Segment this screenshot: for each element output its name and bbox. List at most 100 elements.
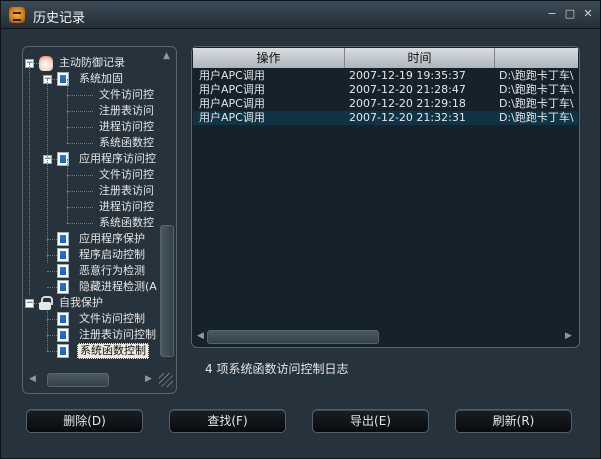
document-icon [57, 248, 69, 262]
refresh-button[interactable]: 刷新(R) [455, 409, 572, 433]
tree-node-label: 注册表访问控制 [79, 328, 156, 341]
tree-node[interactable]: 系统函数控 [97, 135, 156, 151]
document-icon [57, 280, 69, 294]
tree-connector [67, 191, 93, 192]
tree-node-label: 文件访问控 [99, 168, 154, 181]
tree-node-label: 系统加固 [79, 72, 123, 85]
tree-node[interactable]: 进程访问控 [97, 119, 156, 135]
document-icon [57, 328, 69, 342]
tree-node[interactable]: 应用程序保护 [77, 231, 147, 247]
tree-node[interactable]: 主动防御记录 [57, 55, 127, 71]
table-row[interactable]: 用户APC调用 2007-12-20 21:29:18 D:\跑跑卡丁车\ [193, 97, 578, 111]
table-row[interactable]: 用户APC调用 2007-12-19 19:35:37 D:\跑跑卡丁车\ [193, 69, 578, 83]
tree-horizontal-scrollbar[interactable]: ◀ ▶ [25, 371, 159, 389]
scroll-right-icon[interactable]: ▶ [565, 331, 572, 341]
export-button[interactable]: 导出(E) [312, 409, 429, 433]
table-cell-op: 用户APC调用 [199, 83, 265, 96]
tree-node-label: 进程访问控 [99, 120, 154, 133]
tree-connector [47, 271, 57, 272]
close-icon[interactable]: ✕ [582, 8, 594, 20]
scroll-right-icon[interactable]: ▶ [145, 374, 152, 384]
tree-node-label: 隐藏进程检测(A [79, 280, 157, 293]
scroll-left-icon[interactable]: ◀ [197, 331, 204, 341]
tree-node-label: 文件访问控 [99, 88, 154, 101]
tree-node[interactable]: 文件访问控 [97, 87, 156, 103]
tree-node[interactable]: 文件访问控制 [77, 311, 147, 327]
tree-node[interactable]: 恶意行为检测 [77, 263, 147, 279]
tree-node[interactable]: 注册表访问 [97, 183, 156, 199]
tree-connector [67, 223, 93, 224]
tree-connector [47, 351, 57, 352]
tree-node[interactable]: 注册表访问控制 [77, 327, 158, 343]
tree-node-label: 系统函数控 [99, 216, 154, 229]
list-horizontal-scrollbar[interactable]: ◀ ▶ [193, 328, 578, 346]
tree-node[interactable]: 应用程序访问控 [77, 151, 158, 167]
tree-node[interactable]: 隐藏进程检测(A [77, 279, 159, 295]
table-row[interactable]: 用户APC调用 2007-12-20 21:28:47 D:\跑跑卡丁车\ [193, 83, 578, 97]
delete-button[interactable]: 删除(D) [26, 409, 143, 433]
tree-node-label: 文件访问控制 [79, 312, 145, 325]
category-tree[interactable]: − 主动防御记录 − 系统加固 文件访问控 注册表访问 进程访问控 系统函数控 − 应用程序访问控… [25, 49, 159, 369]
table-cell-op: 用户APC调用 [199, 111, 265, 124]
resize-grip-icon[interactable] [159, 373, 173, 387]
tree-horizontal-thumb[interactable] [47, 373, 109, 387]
tree-node-label: 系统函数控制 [77, 343, 149, 359]
tree-node[interactable]: 系统函数控制 [77, 343, 149, 359]
tree-connector [47, 335, 57, 336]
minimize-icon[interactable]: − [546, 8, 558, 20]
status-text: 4 项系统函数访问控制日志 [205, 362, 349, 376]
tree-node[interactable]: 程序启动控制 [77, 247, 147, 263]
tree-connector [47, 311, 48, 351]
tree-connector [47, 79, 48, 263]
tree-connector [67, 127, 93, 128]
tree-node[interactable]: 注册表访问 [97, 103, 156, 119]
tree-node-label: 程序启动控制 [79, 248, 145, 261]
column-header-time[interactable]: 时间 [345, 48, 495, 68]
tree-node-label: 主动防御记录 [59, 56, 125, 69]
tree-node-label: 注册表访问 [99, 184, 154, 197]
tree-node[interactable]: 文件访问控 [97, 167, 156, 183]
table-cell-path: D:\跑跑卡丁车\ [499, 111, 574, 124]
list-horizontal-thumb[interactable] [207, 330, 379, 344]
app-tiger-icon [9, 7, 25, 23]
tree-connector [67, 143, 93, 144]
tree-connector [67, 159, 68, 223]
tree-node[interactable]: 系统函数控 [97, 215, 156, 231]
scroll-up-icon[interactable]: ▲ [163, 51, 170, 61]
log-list-panel: 操作 时间 用户APC调用 2007-12-19 19:35:37 D:\跑跑卡丁车… [191, 46, 580, 348]
table-cell-path: D:\跑跑卡丁车\ [499, 83, 574, 96]
tree-node-label: 自我保护 [59, 296, 103, 309]
document-icon [57, 232, 69, 246]
tree-vertical-scrollbar[interactable]: ▲ [159, 47, 176, 369]
table-cell-path: D:\跑跑卡丁车\ [499, 97, 574, 110]
tree-node-label: 应用程序保护 [79, 232, 145, 245]
tree-node-label: 注册表访问 [99, 104, 154, 117]
lock-icon [39, 296, 53, 310]
shield-hand-icon [39, 56, 53, 71]
history-window: 历史记录 − □ ✕ − 主动防御记录 − 系统加固 文件访问控 注册表访问 进程访问控 系统… [0, 0, 601, 459]
tree-vertical-thumb[interactable] [160, 225, 174, 357]
category-tree-panel: − 主动防御记录 − 系统加固 文件访问控 注册表访问 进程访问控 系统函数控 − 应用程序访问控… [22, 46, 177, 394]
table-cell-time: 2007-12-19 19:35:37 [349, 69, 466, 82]
table-cell-path: D:\跑跑卡丁车\ [499, 69, 574, 82]
table-cell-op: 用户APC调用 [199, 97, 265, 110]
tree-node[interactable]: 系统加固 [77, 71, 125, 87]
table-cell-time: 2007-12-20 21:29:18 [349, 97, 466, 110]
tree-node[interactable]: 自我保护 [57, 295, 105, 311]
tree-connector [67, 95, 93, 96]
title-bar[interactable]: 历史记录 − □ ✕ [1, 1, 600, 29]
tree-connector [29, 63, 30, 295]
scroll-left-icon[interactable]: ◀ [29, 374, 36, 384]
table-row[interactable]: 用户APC调用 2007-12-20 21:32:31 D:\跑跑卡丁车\ [193, 111, 578, 125]
tree-connector [47, 287, 57, 288]
find-button[interactable]: 查找(F) [169, 409, 286, 433]
table-cell-op: 用户APC调用 [199, 69, 265, 82]
column-header-operation[interactable]: 操作 [193, 48, 345, 68]
column-header-path[interactable] [495, 48, 578, 68]
table-cell-time: 2007-12-20 21:28:47 [349, 83, 466, 96]
window-title: 历史记录 [33, 11, 86, 26]
collapse-icon[interactable]: − [25, 299, 34, 308]
tree-connector [67, 79, 68, 143]
tree-node[interactable]: 进程访问控 [97, 199, 156, 215]
maximize-icon[interactable]: □ [564, 8, 576, 20]
